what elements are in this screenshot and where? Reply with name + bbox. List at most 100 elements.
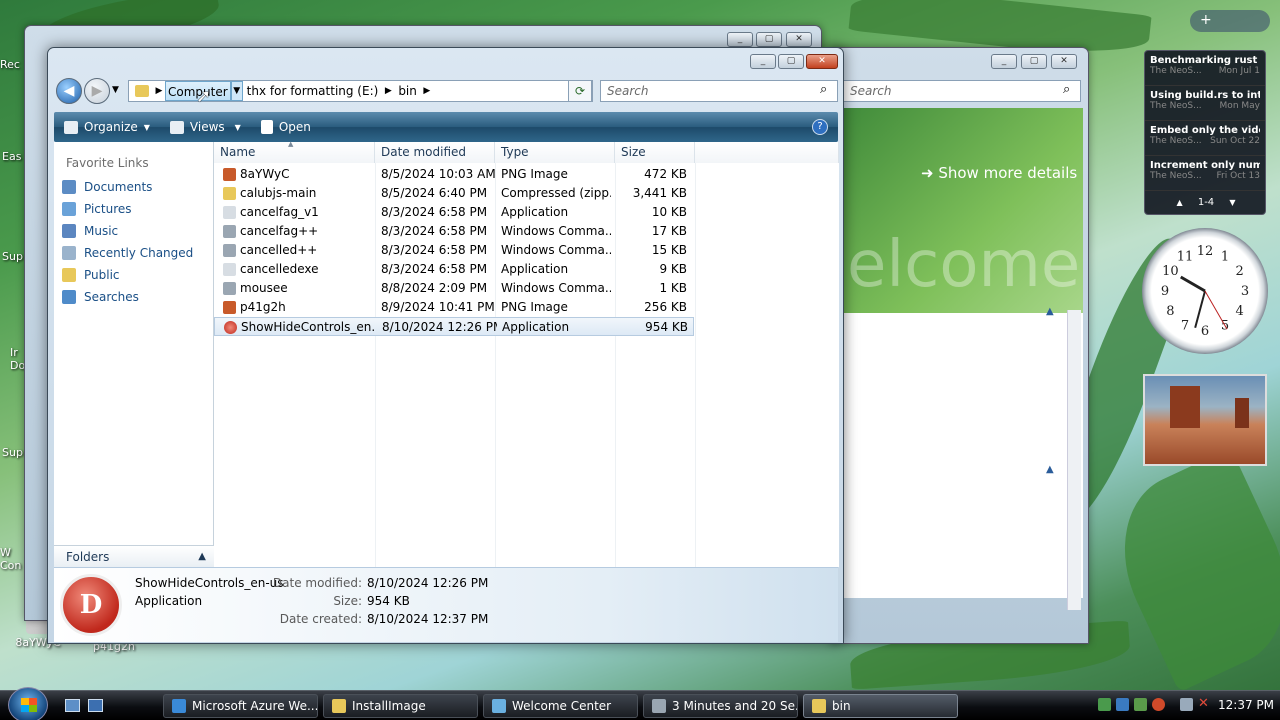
column-header-date-modified[interactable]: Date modified <box>375 142 495 163</box>
palm-leaf <box>1094 447 1280 693</box>
file-row[interactable]: 8aYWyC 8/5/2024 10:03 AM PNG Image 472 KB <box>214 165 694 184</box>
breadcrumb-drive[interactable]: thx for formatting (E:) <box>243 81 383 101</box>
search-icon[interactable]: ⌕ <box>820 82 827 97</box>
search-input[interactable]: Search <box>843 80 1081 102</box>
clock-number: 9 <box>1161 284 1169 299</box>
feed-date: Mon May <box>1219 101 1260 111</box>
feed-pager: ▲ 1-4 ▼ <box>1176 197 1236 208</box>
add-gadget-icon[interactable]: + <box>1200 12 1212 28</box>
taskbar-button[interactable]: Microsoft Azure We... <box>163 694 318 718</box>
show-desktop-icon[interactable] <box>65 699 80 712</box>
maximize-button[interactable]: ▢ <box>1021 54 1047 69</box>
file-type: Windows Comma... <box>501 243 611 257</box>
cmd-icon <box>223 225 236 238</box>
column-header-type[interactable]: Type <box>495 142 615 163</box>
taskbar-button[interactable]: bin <box>803 694 958 718</box>
maximize-button[interactable]: ▢ <box>778 54 804 69</box>
file-date: 8/5/2024 10:03 AM <box>381 167 496 181</box>
recent-pages-dropdown-icon[interactable]: ▼ <box>112 85 119 95</box>
feed-source: The NeoS... <box>1150 101 1202 111</box>
refresh-button[interactable]: ⟳ <box>568 80 592 102</box>
slideshow-gadget <box>1143 374 1267 466</box>
close-button[interactable]: ✕ <box>786 32 812 47</box>
file-row[interactable]: cancelled++ 8/3/2024 6:58 PM Windows Comma… <box>214 241 694 260</box>
next-feed-icon[interactable]: ▼ <box>1229 198 1235 207</box>
feed-item[interactable]: Using build.rs to inte...The NeoS... Mon … <box>1145 86 1265 121</box>
file-row[interactable]: calubjs-main 8/5/2024 6:40 PM Compressed (… <box>214 184 694 203</box>
nav-link-music[interactable]: Music <box>54 220 213 242</box>
scroll-up-icon[interactable]: ▲ <box>1046 306 1054 317</box>
scrollbar[interactable] <box>1067 310 1081 610</box>
back-button[interactable]: ◀ <box>56 78 82 104</box>
welcome-center-window[interactable]: _ ▢ ✕ Search ⌕ ➜ Show more details elcom… <box>830 47 1089 644</box>
alert-icon[interactable] <box>1152 698 1165 711</box>
close-button[interactable]: ✕ <box>806 54 838 69</box>
desktop-icon[interactable]: Sup <box>2 446 26 459</box>
chevron-down-icon[interactable]: ▼ <box>230 81 243 101</box>
desktop-icon[interactable]: Sup <box>2 250 26 263</box>
feed-item[interactable]: Increment only num...The NeoS... Fri Oct … <box>1145 156 1265 191</box>
help-icon[interactable]: ? <box>812 119 828 135</box>
search-input[interactable]: Search <box>600 80 838 102</box>
chevron-right-icon[interactable]: ▶ <box>153 86 165 96</box>
taskbar-button[interactable]: 3 Minutes and 20 Se... <box>643 694 798 718</box>
scroll-up-icon[interactable]: ▲ <box>1046 464 1054 475</box>
close-button[interactable]: ✕ <box>1051 54 1077 69</box>
forward-button[interactable]: ▶ <box>84 78 110 104</box>
switch-windows-icon[interactable] <box>88 699 103 712</box>
desktop-icon[interactable]: Ir Do <box>10 346 25 372</box>
chevron-right-icon[interactable]: ▶ <box>382 86 394 96</box>
desktop-icon[interactable]: Eas <box>2 150 26 163</box>
feed-title: Embed only the vide... <box>1150 125 1260 136</box>
arrow-right-icon: ➜ <box>921 164 939 182</box>
file-row[interactable]: ShowHideControls_en... 8/10/2024 12:26 PM… <box>214 317 694 336</box>
taskbar-button[interactable]: Welcome Center <box>483 694 638 718</box>
column-header-name[interactable]: Name <box>214 142 375 163</box>
nav-link-recently-changed[interactable]: Recently Changed <box>54 242 213 264</box>
explorer-window[interactable]: _ ▢ ✕ ◀ ▶ ▼ ▶ Computer ▼ thx for formatt… <box>47 47 844 644</box>
maximize-button[interactable]: ▢ <box>756 32 782 47</box>
desktop-icon[interactable]: Rec <box>0 58 24 71</box>
taskbar-button-label: Microsoft Azure We... <box>192 699 318 713</box>
column-header-size[interactable]: Size <box>615 142 695 163</box>
security-icon[interactable] <box>1116 698 1129 711</box>
feed-item[interactable]: Embed only the vide...The NeoS... Sun Oct… <box>1145 121 1265 156</box>
volume-muted-icon[interactable]: ✕ <box>1198 696 1209 711</box>
file-date: 8/9/2024 10:41 PM <box>381 300 495 314</box>
desktop-icon[interactable]: W Con <box>0 546 24 572</box>
details-file-kind: Application <box>135 594 203 608</box>
clock-number: 11 <box>1177 249 1194 264</box>
search-icon[interactable]: ⌕ <box>1063 82 1070 97</box>
clock-time[interactable]: 12:37 PM <box>1218 698 1274 712</box>
nav-link-documents[interactable]: Documents <box>54 176 213 198</box>
folders-toggle[interactable]: Folders ▲ <box>54 545 214 567</box>
minimize-button[interactable]: _ <box>991 54 1017 69</box>
minimize-button[interactable]: _ <box>727 32 753 47</box>
nav-link-searches[interactable]: Searches <box>54 286 213 308</box>
file-row[interactable]: cancelfag_v1 8/3/2024 6:58 PM Application 1… <box>214 203 694 222</box>
monitor-icon[interactable] <box>1180 698 1193 711</box>
minimize-button[interactable]: _ <box>750 54 776 69</box>
nav-link-pictures[interactable]: Pictures <box>54 198 213 220</box>
taskbar-button[interactable]: InstallImage <box>323 694 478 718</box>
open-button[interactable]: Open <box>251 112 321 142</box>
file-row[interactable]: p41g2h 8/9/2024 10:41 PM PNG Image 256 KB <box>214 298 694 317</box>
feed-item[interactable]: Benchmarking rust c...The NeoS... Mon Jul… <box>1145 51 1265 86</box>
show-more-details-link[interactable]: ➜ Show more details <box>921 164 1077 182</box>
file-row[interactable]: cancelfag++ 8/3/2024 6:58 PM Windows Comma… <box>214 222 694 241</box>
chevron-right-icon[interactable]: ▶ <box>421 86 433 96</box>
previous-feed-icon[interactable]: ▲ <box>1176 198 1182 207</box>
display-icon[interactable] <box>1134 698 1147 711</box>
file-row[interactable]: mousee 8/8/2024 2:09 PM Windows Comma... 1 … <box>214 279 694 298</box>
organize-button[interactable]: Organize ▼ <box>54 112 160 142</box>
file-name: cancelledexe <box>240 262 319 276</box>
start-button[interactable] <box>8 687 48 720</box>
file-name: p41g2h <box>240 300 286 314</box>
file-row[interactable]: cancelledexe 8/3/2024 6:58 PM Application 9… <box>214 260 694 279</box>
file-name: mousee <box>240 281 288 295</box>
views-button[interactable]: Views ▼ <box>160 112 251 142</box>
breadcrumb-bin[interactable]: bin <box>394 81 421 101</box>
nav-link-public[interactable]: Public <box>54 264 213 286</box>
network-icon[interactable] <box>1098 698 1111 711</box>
feed-source: The NeoS... <box>1150 171 1202 181</box>
